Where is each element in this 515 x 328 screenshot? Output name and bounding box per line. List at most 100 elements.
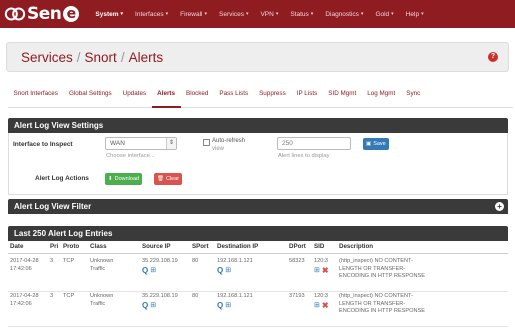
caret-down-icon: ▾	[245, 11, 249, 17]
cell-proto: TCP	[63, 293, 75, 299]
help-icon[interactable]: ?	[488, 52, 498, 62]
add-suppress-icon[interactable]: ⊞	[150, 302, 156, 310]
tab-bar: Snort Interfaces Global Settings Updates…	[8, 80, 513, 108]
tab-ip-lists[interactable]: IP Lists	[291, 80, 323, 108]
add-suppress-icon[interactable]: ⊞	[225, 302, 231, 310]
interface-select[interactable]: WAN ⇕	[105, 137, 177, 150]
cell-dport: 37193	[289, 293, 305, 299]
tab-sync[interactable]: Sync	[401, 80, 426, 108]
add-suppress-icon[interactable]: ⊞	[314, 302, 320, 310]
search-icon[interactable]: Q	[217, 266, 223, 275]
tab-updates[interactable]: Updates	[117, 80, 151, 108]
filter-heading-text: Alert Log View Filter	[14, 202, 92, 211]
cell-source-ip: 35.229.108.19 Q ⊞	[142, 293, 178, 310]
menu-help[interactable]: Help ▾	[400, 11, 430, 18]
search-icon[interactable]: Q	[142, 301, 148, 310]
menu-system[interactable]: System ▾	[89, 11, 129, 18]
cell-class: Unknown Traffic	[90, 258, 114, 272]
menu-interfaces[interactable]: Interfaces ▾	[129, 11, 174, 18]
menu-status[interactable]: Status ▾	[284, 11, 319, 18]
cell-class: Unknown Traffic	[90, 293, 114, 307]
menu-vpn[interactable]: VPN ▾	[254, 11, 284, 18]
col-date[interactable]: Date	[8, 243, 48, 253]
caret-down-icon: ▾	[391, 11, 394, 17]
save-icon: ▣	[366, 141, 372, 147]
download-button[interactable]: ⬇ Download	[105, 173, 143, 185]
autorefresh-label: Auto-refresh	[212, 138, 246, 144]
actions-label: Alert Log Actions	[35, 175, 89, 182]
interface-select-value: WAN	[110, 140, 125, 147]
tab-blocked[interactable]: Blocked	[181, 80, 214, 108]
caret-down-icon: ▾	[165, 11, 169, 17]
interface-help: Choose interface...	[106, 153, 155, 159]
logo-text: Sen	[27, 4, 62, 24]
breadcrumb: Services / Snort / Alerts	[21, 50, 163, 65]
tab-log-mgmt[interactable]: Log Mgmt	[362, 80, 401, 108]
caret-down-icon: ▾	[275, 11, 279, 17]
col-sid[interactable]: SID	[312, 243, 337, 253]
cell-sport: 80	[192, 258, 199, 264]
tab-pass-lists[interactable]: Pass Lists	[214, 80, 254, 108]
cell-sid: 120:3 ⊞ ✖	[314, 258, 329, 275]
cell-sport: 80	[192, 293, 199, 299]
cell-dport: 58323	[289, 258, 305, 264]
add-suppress-icon[interactable]: ⊞	[225, 267, 231, 275]
caret-down-icon: ▾	[421, 11, 424, 17]
col-sport[interactable]: SPort	[190, 243, 215, 253]
col-source-ip[interactable]: Source IP	[140, 243, 190, 253]
autorefresh-checkbox[interactable]	[203, 139, 210, 146]
entries-panel-heading: Last 250 Alert Log Entries	[8, 226, 508, 241]
plus-icon[interactable]: +	[495, 202, 504, 211]
col-dport[interactable]: DPort	[287, 243, 312, 253]
tab-snort-interfaces[interactable]: Snort Interfaces	[8, 80, 63, 108]
col-description[interactable]: Description	[337, 243, 508, 253]
disable-rule-icon[interactable]: ✖	[322, 266, 329, 275]
logo[interactable]: Sen e	[0, 0, 80, 28]
breadcrumb-services[interactable]: Services	[21, 50, 73, 65]
breadcrumb-separator: /	[76, 49, 81, 65]
add-suppress-icon[interactable]: ⊞	[314, 267, 320, 275]
cell-destination-ip: 192.168.1.121 Q ⊞	[217, 293, 253, 310]
filter-panel-heading[interactable]: Alert Log View Filter +	[8, 199, 508, 214]
page-header: Services / Snort / Alerts ?	[6, 42, 509, 72]
logo-badge: e	[63, 6, 80, 22]
col-destination-ip[interactable]: Destination IP	[215, 243, 287, 253]
breadcrumb-separator: /	[120, 49, 125, 65]
search-icon[interactable]: Q	[217, 301, 223, 310]
caret-down-icon: ▾	[360, 11, 364, 17]
tab-alerts[interactable]: Alerts	[151, 80, 181, 108]
table-header: Date Pri Proto Class Source IP SPort Des…	[8, 243, 508, 254]
menu-diagnostics[interactable]: Diagnostics ▾	[319, 11, 369, 18]
cell-description: (http_inspect) NO CONTENT- LENGTH OR TRAN…	[339, 258, 425, 280]
col-proto[interactable]: Proto	[61, 243, 88, 253]
col-class[interactable]: Class	[88, 243, 140, 253]
breadcrumb-snort[interactable]: Snort	[85, 50, 117, 65]
disable-rule-icon[interactable]: ✖	[322, 301, 329, 310]
col-pri[interactable]: Pri	[48, 243, 61, 253]
cell-date: 2017-04-28 17:42:06	[10, 258, 39, 272]
select-arrow-icon: ⇕	[166, 138, 176, 149]
tab-global-settings[interactable]: Global Settings	[63, 80, 117, 108]
menu-firewall[interactable]: Firewall ▾	[174, 11, 213, 18]
caret-down-icon: ▾	[204, 11, 208, 17]
search-icon[interactable]: Q	[142, 266, 148, 275]
cell-source-ip: 35.229.108.19 Q ⊞	[142, 258, 178, 275]
add-suppress-icon[interactable]: ⊞	[150, 267, 156, 275]
cell-date: 2017-04-28 17:42:06	[10, 293, 39, 307]
cell-description: (http_inspect) NO CONTENT- LENGTH OR TRAN…	[339, 293, 425, 315]
menu-services[interactable]: Services ▾	[213, 11, 254, 18]
top-navbar: Sen e System ▾ Interfaces ▾ Firewall ▾ Serv…	[0, 0, 515, 28]
tab-suppress[interactable]: Suppress	[254, 80, 292, 108]
save-button[interactable]: ▣ Save	[363, 138, 389, 150]
cell-pri: 3	[50, 293, 54, 299]
caret-down-icon: ▾	[310, 11, 314, 17]
download-icon: ⬇	[108, 176, 113, 182]
lines-input[interactable]: 250	[277, 137, 351, 150]
trash-icon: 🗑	[157, 176, 164, 182]
cell-proto: TCP	[63, 258, 75, 264]
menu-gold[interactable]: Gold ▾	[369, 11, 399, 18]
table-row: 2017-04-28 17:42:06 3 TCP Unknown Traffic …	[8, 258, 508, 292]
clear-button[interactable]: 🗑 Clear	[154, 173, 183, 185]
breadcrumb-alerts[interactable]: Alerts	[129, 50, 164, 65]
tab-sid-mgmt[interactable]: SID Mgmt	[323, 80, 362, 108]
